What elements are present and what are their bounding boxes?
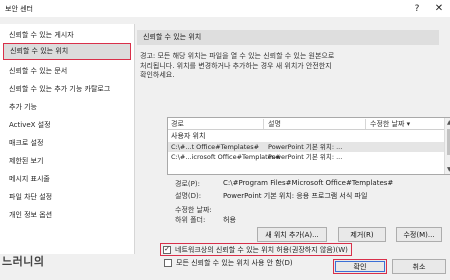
column-description[interactable]: 설명 [265, 119, 366, 129]
row-path: C:\#...icrosoft Office#Templates# [171, 153, 281, 161]
sidebar-item-privacy[interactable]: 개인 정보 옵션 [3, 207, 131, 224]
sidebar-item-trusted-locations[interactable]: 신뢰할 수 있는 위치 [3, 43, 131, 60]
help-icon[interactable]: ? [406, 0, 428, 17]
sidebar-item-protected-view[interactable]: 제한된 보기 [3, 153, 131, 170]
table-row[interactable]: C:\#...t Office#Templates# PowerPoint 기본… [168, 142, 445, 152]
table-row[interactable]: C:\#...icrosoft Office#Templates# PowerP… [168, 152, 445, 162]
row-description: PowerPoint 기본 위치: ... [268, 143, 343, 151]
modify-button[interactable]: 수정(M)... [396, 227, 442, 242]
column-path[interactable]: 경로 [168, 119, 264, 129]
subfolders-label: 하위 폴더: [175, 216, 206, 224]
sidebar-item-activex[interactable]: ActiveX 설정 [3, 117, 131, 134]
warning-description: 경고: 모든 해당 위치는 파일을 열 수 있는 신뢰할 수 있는 원본으로 처… [140, 52, 430, 81]
row-path: C:\#...t Office#Templates# [171, 143, 260, 151]
sidebar-item-trusted-addin-catalogs[interactable]: 신뢰할 수 있는 추가 기능 카탈로그 [3, 81, 131, 98]
sidebar: 신뢰할 수 있는 게시자 신뢰할 수 있는 위치 신뢰할 수 있는 문서 신뢰할… [0, 24, 135, 254]
locations-list[interactable]: 경로 설명 수정한 날짜 ▾ 사용자 위치 C:\#...t Office#Te… [167, 117, 450, 175]
sidebar-item-trusted-publishers[interactable]: 신뢰할 수 있는 게시자 [3, 27, 131, 44]
description-line: 처리됩니다. 위치를 변경하거나 추가하는 경우 새 위치가 안전한지 [140, 61, 332, 70]
modified-label: 수정한 날짜: [175, 206, 212, 214]
add-location-button[interactable]: 새 위치 추가(A)... [257, 227, 327, 242]
remove-button[interactable]: 제거(R) [338, 227, 386, 242]
sort-arrow-icon: ▾ [406, 120, 411, 128]
subfolders-value: 허용 [223, 216, 236, 224]
close-icon[interactable]: ✕ [428, 0, 450, 17]
list-scrollbar[interactable]: ▲ ▼ [444, 118, 450, 174]
path-label: 경로(P): [175, 180, 200, 188]
group-user-locations: 사용자 위치 [171, 132, 206, 140]
description-line: 확인하세요. [140, 71, 175, 79]
network-locations-checkbox[interactable]: ✓ [163, 245, 171, 254]
column-modified-label: 수정한 날짜 [370, 120, 405, 128]
cancel-button[interactable]: 취소 [392, 259, 446, 274]
section-title: 신뢰할 수 있는 위치 [137, 30, 439, 45]
allow-network-locations[interactable]: ✓ 네트워크상의 신뢰할 수 있는 위치 허용(권장하지 않음)(W) [160, 243, 352, 256]
disable-all-label: 모든 신뢰할 수 있는 위치 사용 안 함(D) [176, 258, 293, 267]
sidebar-item-message-bar[interactable]: 메시지 표시줄 [3, 171, 131, 188]
column-modified[interactable]: 수정한 날짜 ▾ [367, 119, 445, 129]
disable-all-checkbox[interactable] [164, 258, 172, 267]
description-value: PowerPoint 기본 위치: 응용 프로그램 서식 파일 [223, 192, 368, 200]
row-description: PowerPoint 기본 위치: ... [268, 153, 343, 161]
watermark: 느러니의 [2, 255, 45, 268]
path-value: C:\#Program Files#Microsoft Office#Templ… [223, 179, 394, 187]
ok-button[interactable]: 확인 [333, 259, 387, 274]
sidebar-item-macro[interactable]: 매크로 설정 [3, 135, 131, 152]
list-header: 경로 설명 수정한 날짜 ▾ [168, 118, 445, 130]
network-locations-label: 네트워크상의 신뢰할 수 있는 위치 허용(권장하지 않음)(W) [175, 245, 348, 254]
sidebar-item-addins[interactable]: 추가 기능 [3, 99, 131, 116]
sidebar-item-trusted-documents[interactable]: 신뢰할 수 있는 문서 [3, 63, 131, 80]
title-bar: 보안 센터 ? ✕ [0, 0, 450, 17]
window-title: 보안 센터 [5, 5, 33, 13]
description-line: 경고: 모든 해당 위치는 파일을 열 수 있는 신뢰할 수 있는 원본으로 [140, 52, 335, 60]
disable-all-locations[interactable]: 모든 신뢰할 수 있는 위치 사용 안 함(D) [164, 257, 293, 268]
description-label: 설명(D): [175, 192, 202, 200]
sidebar-item-file-block[interactable]: 파일 차단 설정 [3, 189, 131, 206]
trust-center-dialog: 보안 센터 ? ✕ 신뢰할 수 있는 게시자 신뢰할 수 있는 위치 신뢰할 수… [0, 0, 450, 280]
